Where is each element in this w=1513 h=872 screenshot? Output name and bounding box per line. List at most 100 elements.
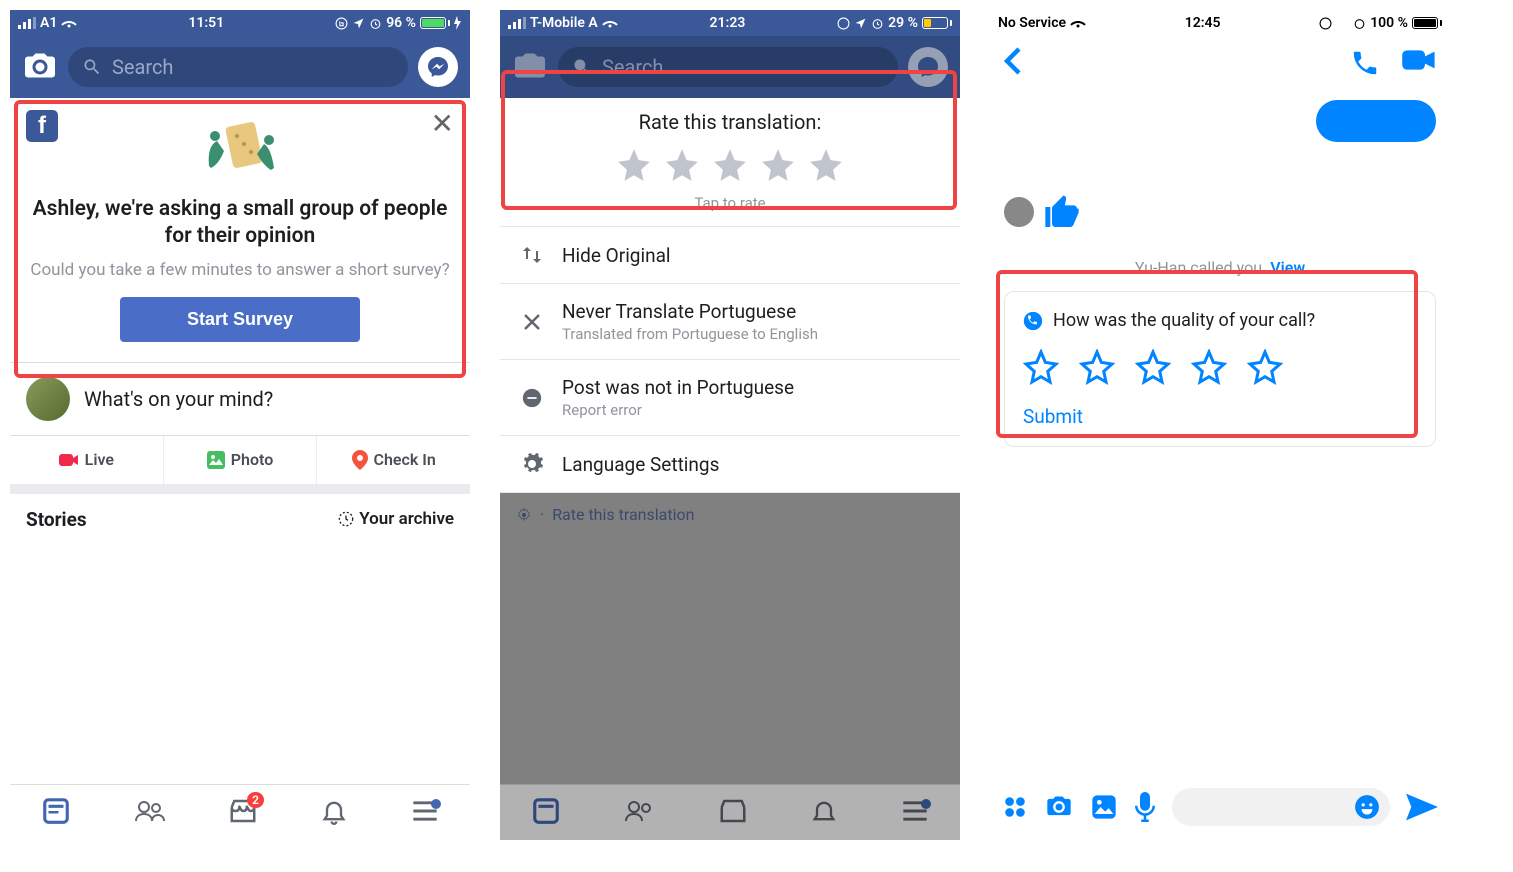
archive-button[interactable]: Your archive [338, 509, 454, 529]
swap-icon [518, 243, 546, 267]
star-icon[interactable] [1191, 349, 1227, 385]
star-icon[interactable] [1135, 349, 1171, 385]
top-nav-dimmed: Search [500, 36, 960, 98]
input-bar [990, 782, 1450, 832]
avatar[interactable] [26, 377, 70, 421]
gear-icon [516, 507, 532, 523]
phone-messenger-call-rating: No Service 12:45 100 % Yu-Han called you… [990, 10, 1450, 840]
alarm-icon [1353, 17, 1366, 30]
tap-to-rate-label: Tap to rate [500, 194, 960, 212]
wifi-icon [1070, 17, 1086, 29]
nav-notifications [810, 796, 838, 830]
status-bar: No Service 12:45 100 % [990, 10, 1450, 36]
view-link[interactable]: View [1270, 258, 1305, 277]
nav-home[interactable] [41, 796, 71, 830]
photo-icon [207, 451, 225, 469]
survey-illustration [58, 110, 431, 186]
star-icon[interactable] [711, 146, 749, 184]
star-icon[interactable] [1023, 349, 1059, 385]
photo-button[interactable]: Photo [164, 436, 318, 484]
signal-icon [508, 17, 526, 29]
star-rating[interactable] [500, 146, 960, 184]
sent-message-bubble[interactable] [1316, 100, 1436, 142]
nav-notifications[interactable] [320, 796, 348, 830]
gallery-icon[interactable] [1090, 793, 1118, 821]
survey-card: f ✕ Ashley, we're asking a small group o… [10, 98, 470, 363]
nav-marketplace[interactable]: 2 [228, 796, 258, 830]
thumbs-up-icon[interactable] [1042, 192, 1082, 232]
search-icon [82, 57, 102, 77]
search-placeholder: Search [112, 55, 173, 79]
status-bar: A1 11:51 96 % [10, 10, 470, 36]
battery-pct: 96 % [386, 15, 416, 31]
composer-actions: Live Photo Check In [10, 436, 470, 494]
survey-question: How was the quality of your call? [1053, 310, 1315, 331]
phone-translation-rate: T-Mobile A 21:23 29 % Search Rate this t… [500, 10, 960, 840]
nav-menu [901, 799, 929, 827]
apps-icon[interactable] [1002, 794, 1028, 820]
pin-icon [352, 450, 368, 470]
nav-friends [624, 796, 656, 830]
bottom-nav-dimmed [500, 784, 960, 840]
chat-header [990, 36, 1450, 90]
submit-button[interactable]: Submit [1023, 405, 1417, 428]
checkin-button[interactable]: Check In [317, 436, 470, 484]
nav-marketplace [718, 796, 748, 830]
camera-icon[interactable] [1044, 793, 1074, 821]
wifi-icon [61, 17, 77, 29]
message-input[interactable] [1172, 788, 1390, 826]
phone-circle-icon [1023, 311, 1043, 331]
video-icon[interactable] [1402, 48, 1436, 72]
star-icon[interactable] [663, 146, 701, 184]
survey-subtext: Could you take a few minutes to answer a… [26, 259, 454, 281]
composer[interactable]: What's on your mind? [10, 363, 470, 436]
option-wrong-language[interactable]: Post was not in PortugueseReport error [500, 360, 960, 436]
charging-icon [454, 16, 462, 30]
menu-dot-badge [431, 799, 441, 809]
messenger-icon [426, 55, 450, 79]
top-nav: Search [10, 36, 470, 98]
carrier-label: No Service [998, 15, 1066, 31]
gear-icon [518, 452, 546, 476]
option-never-translate[interactable]: Never Translate PortugueseTranslated fro… [500, 284, 960, 360]
star-icon[interactable] [1079, 349, 1115, 385]
location-icon [854, 17, 867, 30]
option-language-settings[interactable]: Language Settings [500, 436, 960, 493]
send-icon[interactable] [1406, 793, 1438, 821]
block-icon [518, 387, 546, 409]
messenger-button[interactable] [418, 47, 458, 87]
orientation-lock-icon [1319, 17, 1332, 30]
close-icon [518, 312, 546, 332]
avatar[interactable] [1004, 197, 1034, 227]
option-hide-original[interactable]: Hide Original [500, 227, 960, 284]
clock: 11:51 [188, 15, 224, 31]
bottom-nav: 2 [10, 784, 470, 840]
star-icon[interactable] [615, 146, 653, 184]
phone-icon[interactable] [1350, 48, 1380, 78]
star-icon[interactable] [807, 146, 845, 184]
close-icon[interactable]: ✕ [431, 110, 454, 138]
nav-home [531, 796, 561, 830]
search-input[interactable]: Search [68, 47, 408, 87]
rate-title: Rate this translation: [500, 110, 960, 134]
nav-friends[interactable] [134, 796, 166, 830]
star-icon[interactable] [1247, 349, 1283, 385]
live-button[interactable]: Live [10, 436, 164, 484]
location-icon [352, 17, 365, 30]
camera-icon[interactable] [22, 49, 58, 85]
alarm-icon [369, 17, 382, 30]
chat-body: Yu-Han called you. View How was the qual… [990, 90, 1450, 447]
emoji-icon[interactable] [1354, 794, 1380, 820]
start-survey-button[interactable]: Start Survey [120, 297, 360, 342]
star-rating[interactable] [1023, 349, 1417, 385]
messenger-dimmed [908, 47, 948, 87]
star-icon[interactable] [759, 146, 797, 184]
live-icon [59, 452, 79, 468]
nav-menu[interactable] [411, 799, 439, 827]
search-icon [572, 57, 592, 77]
rate-section: Rate this translation: Tap to rate [500, 92, 960, 227]
wifi-icon [602, 17, 618, 29]
back-button[interactable] [1004, 46, 1022, 80]
mic-icon[interactable] [1134, 792, 1156, 822]
stories-title: Stories [26, 508, 87, 531]
